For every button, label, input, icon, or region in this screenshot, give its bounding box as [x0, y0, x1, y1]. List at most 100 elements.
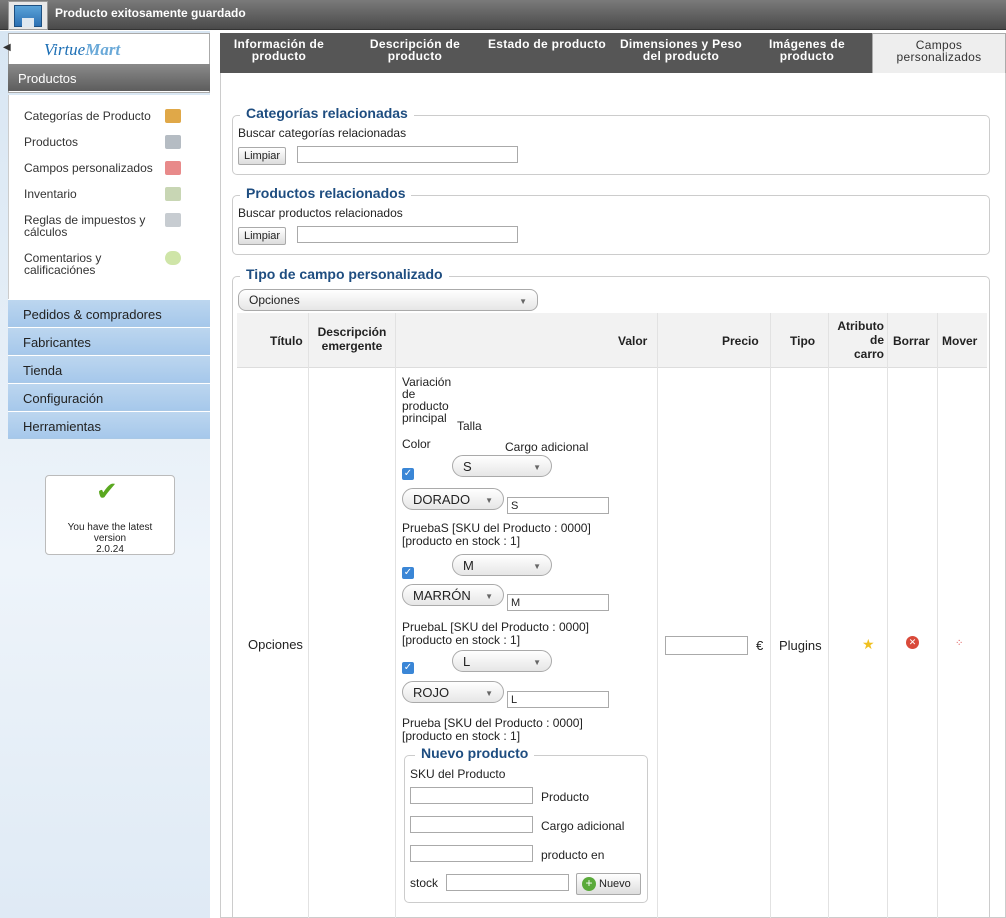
- column-divider: [395, 313, 396, 918]
- size-select[interactable]: S ▼: [452, 455, 552, 477]
- tab-bar: Información de producto Descripción de pro…: [220, 33, 1006, 73]
- sidebar-item-products[interactable]: Productos: [24, 135, 78, 149]
- column-header-delete: Borrar: [893, 334, 930, 348]
- variant-checkbox[interactable]: ✓: [402, 468, 414, 480]
- fields-icon: [165, 161, 181, 175]
- column-divider: [887, 313, 888, 918]
- related-categories-panel: [232, 115, 990, 175]
- version-text: version: [93, 533, 127, 544]
- calculator-icon: [165, 213, 181, 227]
- version-number: 2.0.24: [96, 544, 124, 555]
- new-product-legend: Nuevo producto: [415, 745, 535, 761]
- column-divider: [770, 313, 771, 918]
- sidebar-item-orders[interactable]: Pedidos & compradores: [8, 299, 210, 327]
- sidebar-item-configuration[interactable]: Configuración: [8, 383, 210, 411]
- new-product-charge-input[interactable]: [410, 816, 533, 833]
- status-message: Producto exitosamente guardado: [55, 6, 246, 20]
- variant-description: PruebaL [SKU del Producto : 0000]: [402, 620, 590, 634]
- extra-charge-label: Cargo adicional: [505, 440, 589, 454]
- sidebar-submenu: Categorías de Producto Productos Campos …: [8, 95, 210, 299]
- column-header-move: Mover: [942, 334, 978, 348]
- color-label: Color: [402, 437, 431, 451]
- search-categories-label: Buscar categorías relacionadas: [238, 126, 407, 140]
- column-header-type: Tipo: [790, 334, 816, 348]
- variant-checkbox[interactable]: ✓: [402, 662, 414, 674]
- column-divider: [657, 313, 658, 918]
- column-header-cart-attribute: Atributo de carro: [837, 319, 884, 361]
- extra-charge-label: Cargo adicional: [541, 819, 625, 833]
- variant-input[interactable]: L: [507, 691, 609, 708]
- sidebar-item-tools[interactable]: Herramientas: [8, 411, 210, 439]
- column-header-description: Descripción emergente: [317, 325, 387, 353]
- new-product-name-input[interactable]: [410, 787, 533, 804]
- move-icon[interactable]: ⁘: [955, 638, 963, 649]
- add-icon: +: [582, 877, 596, 891]
- related-products-panel: [232, 195, 990, 255]
- related-categories-legend: Categorías relacionadas: [240, 105, 414, 121]
- collapse-arrow-icon[interactable]: ◀: [3, 42, 11, 53]
- new-product-stock-input[interactable]: [410, 845, 533, 862]
- new-product-sku-input[interactable]: [446, 874, 569, 891]
- clear-categories-button[interactable]: Limpiar: [238, 147, 287, 165]
- sidebar-item-custom-fields[interactable]: Campos personalizados: [24, 161, 153, 175]
- row-title: Opciones: [248, 637, 303, 652]
- chevron-down-icon: ▼: [519, 297, 527, 306]
- sidebar-item-taxes-line2[interactable]: cálculos: [24, 225, 67, 239]
- variant-input[interactable]: M: [507, 594, 609, 611]
- chart-icon: [165, 187, 181, 201]
- top-bar: Producto exitosamente guardado: [0, 0, 1006, 30]
- size-label: Talla: [457, 419, 482, 433]
- sku-label: SKU del Producto: [410, 767, 506, 781]
- column-divider: [828, 313, 829, 918]
- row-type: Plugins: [779, 638, 822, 653]
- clear-products-button[interactable]: Limpiar: [238, 227, 287, 245]
- price-input[interactable]: [665, 636, 748, 655]
- color-select[interactable]: MARRÓN ▼: [402, 584, 504, 606]
- virtuemart-logo: VirtueMart: [44, 40, 121, 59]
- product-label: Producto: [541, 790, 590, 804]
- size-select[interactable]: L ▼: [452, 650, 552, 672]
- variant-stock: [producto en stock : 1]: [402, 534, 521, 548]
- column-divider: [937, 313, 938, 918]
- color-select[interactable]: DORADO ▼: [402, 488, 504, 510]
- currency-symbol: €: [756, 638, 764, 653]
- sidebar-item-categories[interactable]: Categorías de Producto: [24, 109, 151, 123]
- column-header-price: Precio: [722, 334, 759, 348]
- variant-checkbox[interactable]: ✓: [402, 567, 414, 579]
- column-divider: [308, 313, 309, 918]
- size-select[interactable]: M ▼: [452, 554, 552, 576]
- save-icon: [8, 1, 48, 30]
- sidebar-section-products[interactable]: Productos: [8, 64, 210, 91]
- tab-custom-fields[interactable]: Campos personalizados: [872, 33, 1006, 73]
- tab-product-status[interactable]: Estado de producto: [482, 33, 612, 73]
- new-product-button[interactable]: Nuevo +: [576, 873, 641, 895]
- variant-description: PruebaS [SKU del Producto : 0000]: [402, 521, 591, 535]
- tab-dimensions-weight[interactable]: Dimensiones y Peso del producto: [612, 33, 750, 73]
- sidebar: ◀ VirtueMart Productos Categorías de Pro…: [0, 31, 210, 918]
- comment-icon: [165, 251, 181, 265]
- sidebar-item-inventory[interactable]: Inventario: [24, 187, 77, 201]
- variant-stock: [producto en stock : 1]: [402, 729, 521, 743]
- custom-field-type-select[interactable]: Opciones ▼: [238, 289, 538, 311]
- variation-header: Variación de producto principal: [402, 375, 452, 425]
- search-products-input[interactable]: [297, 226, 518, 243]
- tab-images[interactable]: Imágenes de producto: [758, 33, 856, 73]
- sidebar-item-store[interactable]: Tienda: [8, 355, 210, 383]
- sidebar-item-manufacturers[interactable]: Fabricantes: [8, 327, 210, 355]
- sidebar-item-reviews-line2[interactable]: calificaciónes: [24, 263, 95, 277]
- column-header-value: Valor: [618, 334, 648, 348]
- search-products-label: Buscar productos relacionados: [238, 206, 403, 220]
- tab-product-info[interactable]: Información de producto: [220, 33, 338, 73]
- version-box: ✔ You have the latest version 2.0.24: [45, 475, 175, 555]
- version-text: You have the latest: [67, 522, 153, 533]
- search-categories-input[interactable]: [297, 146, 518, 163]
- related-products-legend: Productos relacionados: [240, 185, 412, 201]
- stock-label: producto en: [541, 848, 605, 862]
- tab-product-description[interactable]: Descripción de producto: [360, 33, 470, 73]
- star-icon[interactable]: ★: [862, 636, 875, 653]
- stock-label-2: stock: [410, 876, 439, 890]
- color-select[interactable]: ROJO ▼: [402, 681, 504, 703]
- variant-input[interactable]: S: [507, 497, 609, 514]
- column-header-title: Título: [270, 334, 303, 348]
- delete-icon[interactable]: ✕: [906, 636, 919, 649]
